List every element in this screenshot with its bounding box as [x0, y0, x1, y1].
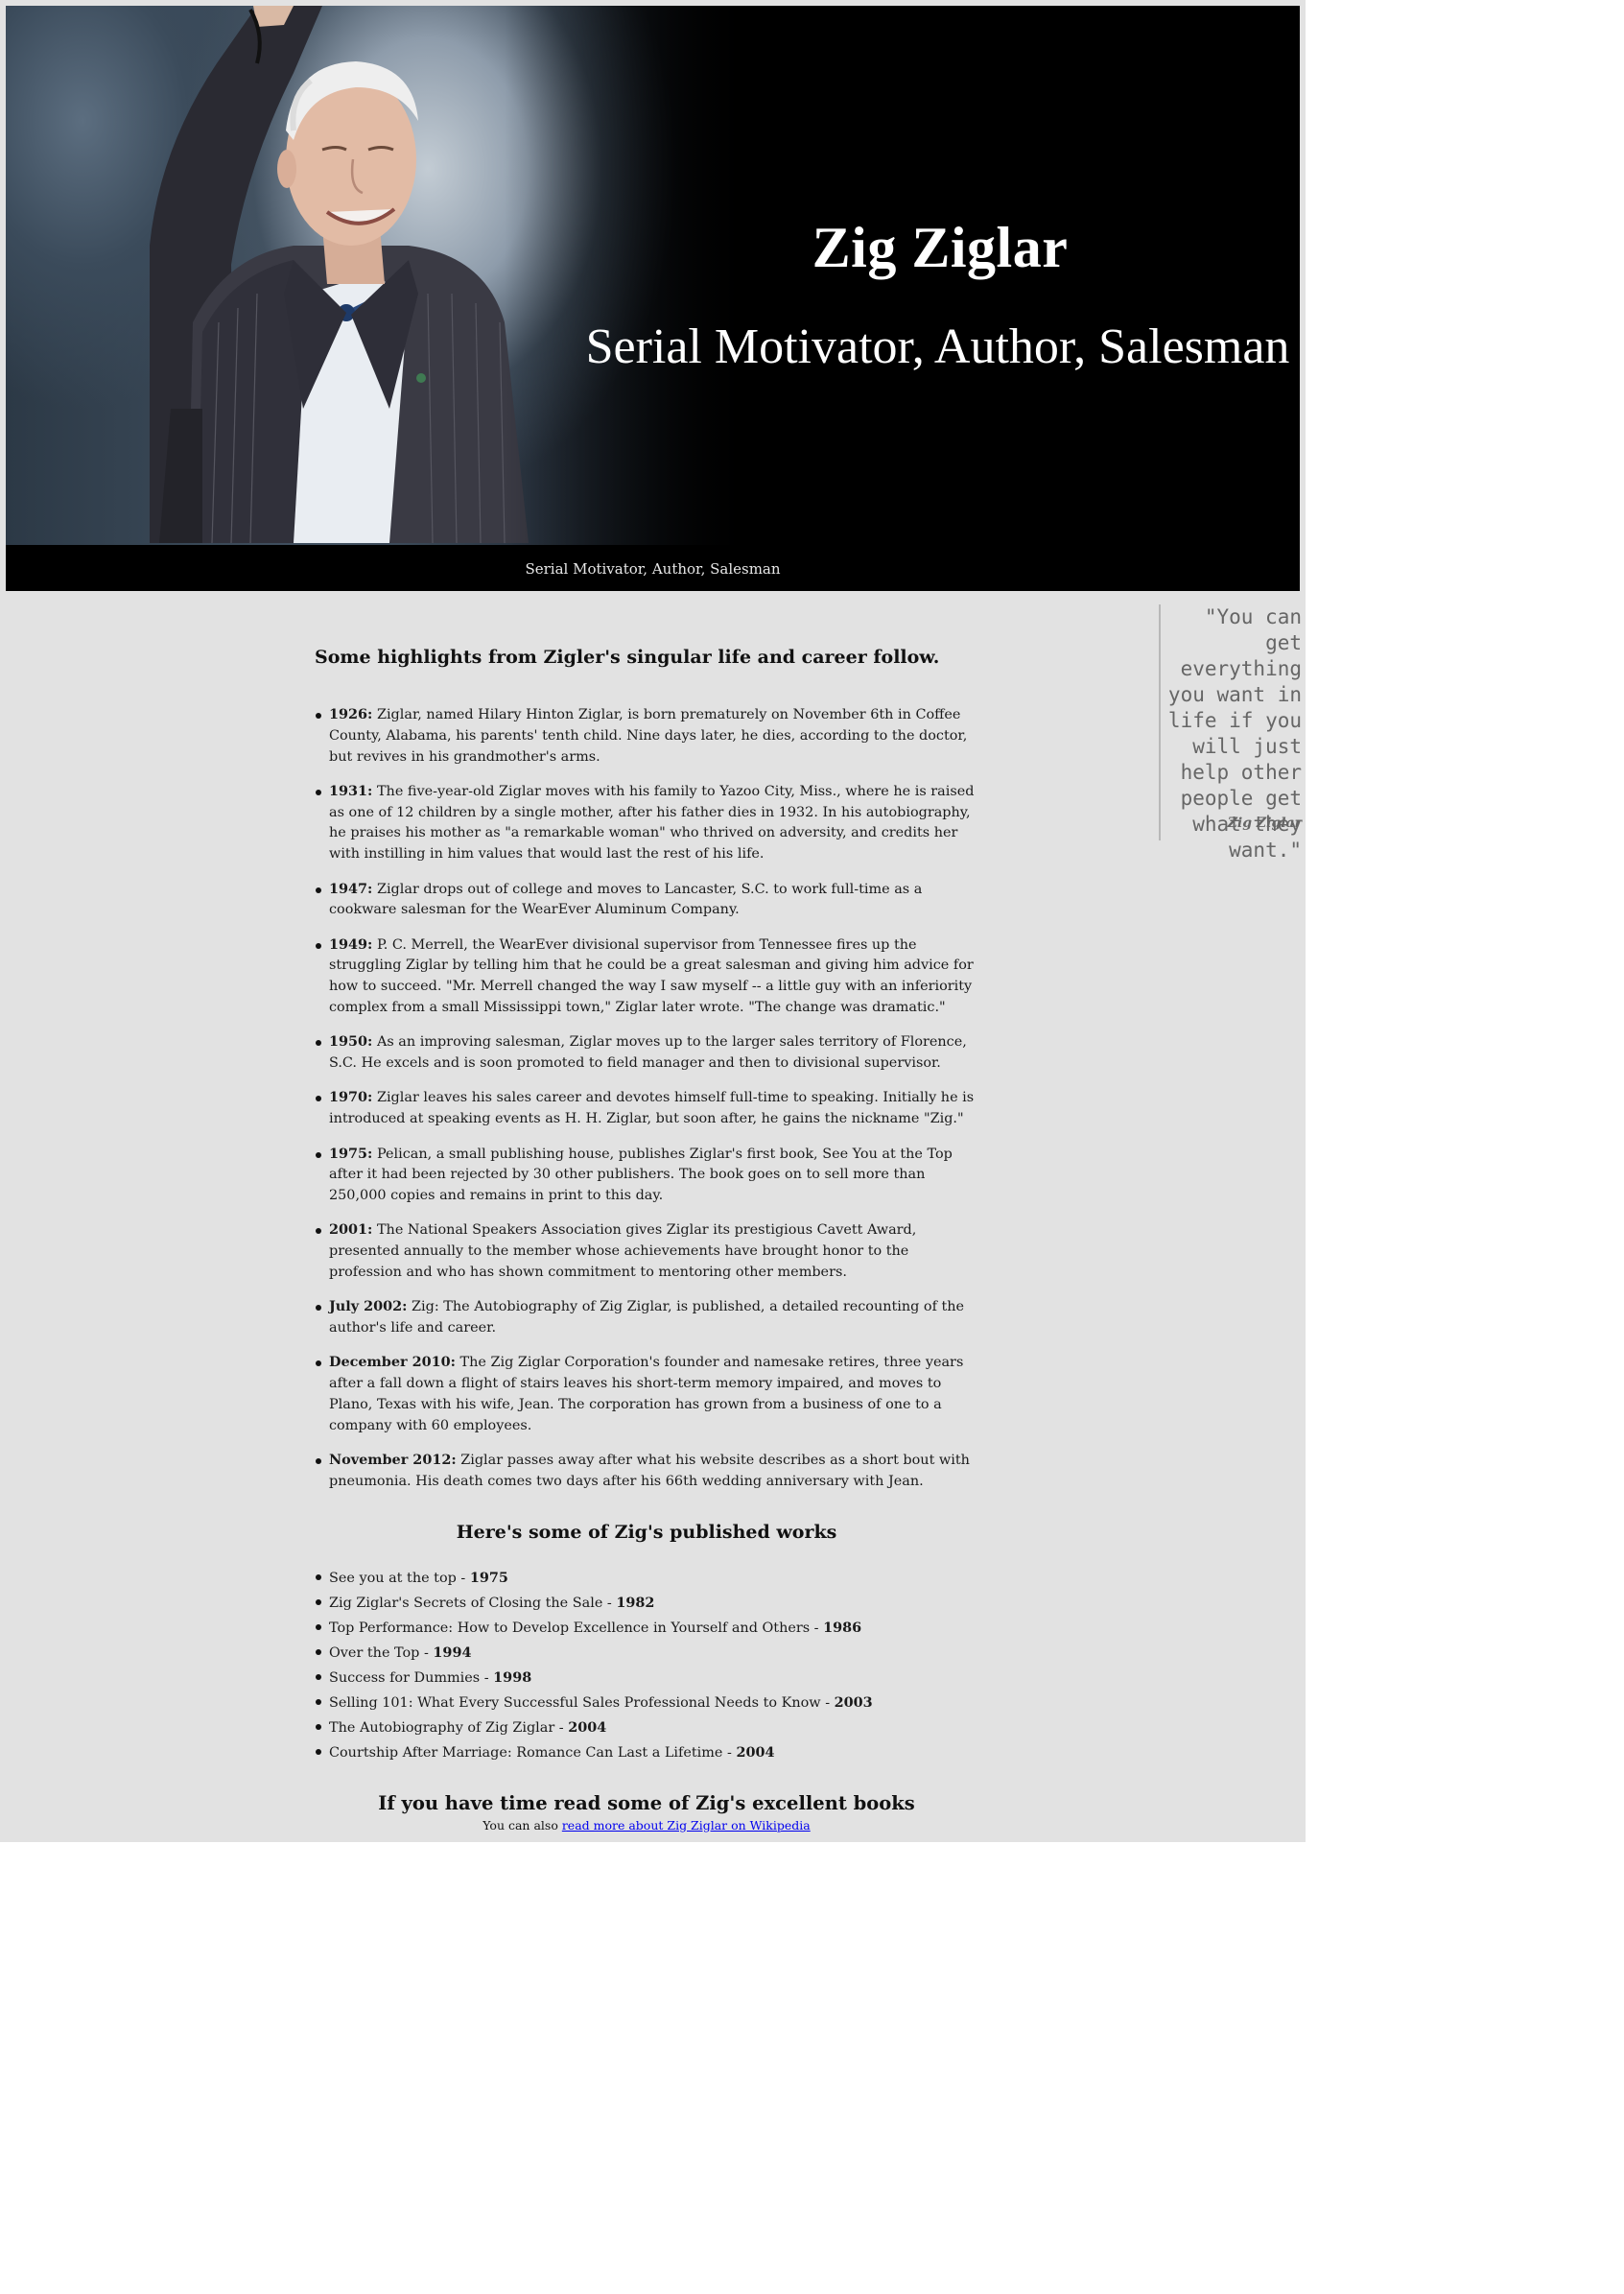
works-list: See you at the top - 1975 Zig Ziglar's S…	[315, 1566, 978, 1765]
work-item: Top Performance: How to Develop Excellen…	[315, 1616, 978, 1641]
timeline-list: 1926: Ziglar, named Hilary Hinton Ziglar…	[315, 704, 978, 1493]
wikipedia-line: You can also read more about Zig Ziglar …	[315, 1818, 978, 1833]
work-year: 1982	[616, 1594, 655, 1611]
timeline-year: 1926:	[329, 706, 373, 722]
work-year: 2003	[834, 1693, 873, 1711]
timeline-text: The five-year-old Ziglar moves with his …	[329, 783, 975, 863]
work-title: Zig Ziglar's Secrets of Closing the Sale…	[329, 1595, 617, 1611]
timeline-year: December 2010:	[329, 1354, 456, 1371]
work-item: Success for Dummies - 1998	[315, 1666, 978, 1691]
hero-subtitle: Serial Motivator, Author, Salesman	[585, 319, 1290, 374]
timeline-item: July 2002: Zig: The Autobiography of Zig…	[315, 1296, 978, 1339]
timeline-item: 1950: As an improving salesman, Ziglar m…	[315, 1031, 978, 1075]
hero-photo	[6, 6, 754, 545]
timeline-text: As an improving salesman, Ziglar moves u…	[329, 1034, 967, 1072]
timeline-text: Zig: The Autobiography of Zig Ziglar, is…	[329, 1299, 965, 1336]
works-heading: Here's some of Zig's published works	[456, 1521, 837, 1543]
work-year: 1986	[823, 1619, 862, 1636]
work-title: The Autobiography of Zig Ziglar -	[329, 1719, 569, 1736]
work-year: 2004	[568, 1718, 607, 1736]
work-year: 1975	[469, 1569, 508, 1586]
timeline-year: November 2012:	[329, 1452, 457, 1469]
wikipedia-link[interactable]: read more about Zig Ziglar on Wikipedia	[562, 1818, 811, 1833]
highlights-heading: Some highlights from Zigler's singular l…	[315, 647, 940, 668]
timeline-text: The National Speakers Association gives …	[329, 1222, 917, 1281]
timeline-item: 1931: The five-year-old Ziglar moves wit…	[315, 781, 978, 865]
timeline-item: December 2010: The Zig Ziglar Corporatio…	[315, 1352, 978, 1436]
hero-section: Zig Ziglar Serial Motivator, Author, Sal…	[6, 6, 1300, 545]
hero-title: Zig Ziglar	[812, 216, 1069, 279]
timeline-item: 1949: P. C. Merrell, the WearEver divisi…	[315, 934, 978, 1019]
work-title: Courtship After Marriage: Romance Can La…	[329, 1744, 737, 1761]
hero-caption-bar: Serial Motivator, Author, Salesman	[6, 545, 1300, 591]
timeline-item: November 2012: Ziglar passes away after …	[315, 1450, 978, 1493]
timeline-text: P. C. Merrell, the WearEver divisional s…	[329, 936, 974, 1016]
work-item: Zig Ziglar's Secrets of Closing the Sale…	[315, 1591, 978, 1616]
timeline-year: 1970:	[329, 1089, 373, 1106]
work-title: See you at the top -	[329, 1570, 470, 1586]
work-title: Success for Dummies -	[329, 1669, 494, 1686]
books-heading: If you have time read some of Zig's exce…	[378, 1791, 915, 1814]
timeline-year: 1931:	[329, 782, 373, 799]
timeline-item: 1970: Ziglar leaves his sales career and…	[315, 1087, 978, 1130]
timeline-text: Pelican, a small publishing house, publi…	[329, 1146, 953, 1204]
pull-quote: "You can get everything you want in life…	[1159, 604, 1302, 862]
page: Zig Ziglar Serial Motivator, Author, Sal…	[0, 0, 1306, 1842]
hero-caption: Serial Motivator, Author, Salesman	[525, 560, 781, 578]
work-year: 1994	[433, 1644, 472, 1661]
work-year: 1998	[493, 1668, 532, 1686]
timeline-year: 1949:	[329, 935, 373, 953]
timeline-text: Ziglar leaves his sales career and devot…	[329, 1090, 975, 1127]
quote-author: Zig Ziglar	[1227, 816, 1302, 831]
work-title: Top Performance: How to Develop Excellen…	[329, 1620, 824, 1636]
timeline-item: 1926: Ziglar, named Hilary Hinton Ziglar…	[315, 704, 978, 768]
work-item: Selling 101: What Every Successful Sales…	[315, 1691, 978, 1715]
work-year: 2004	[736, 1743, 775, 1761]
work-item: See you at the top - 1975	[315, 1566, 978, 1591]
wikipedia-prefix: You can also	[482, 1817, 562, 1833]
work-title: Selling 101: What Every Successful Sales…	[329, 1694, 835, 1711]
timeline-text: Ziglar, named Hilary Hinton Ziglar, is b…	[329, 707, 968, 765]
work-item: Courtship After Marriage: Romance Can La…	[315, 1740, 978, 1765]
timeline-item: 2001: The National Speakers Association …	[315, 1219, 978, 1283]
timeline-item: 1975: Pelican, a small publishing house,…	[315, 1144, 978, 1207]
work-title: Over the Top -	[329, 1644, 434, 1661]
timeline-year: 1950:	[329, 1033, 373, 1051]
timeline-year: 1947:	[329, 880, 373, 897]
timeline-year: 1975:	[329, 1145, 373, 1162]
timeline-text: Ziglar drops out of college and moves to…	[329, 881, 923, 918]
timeline-year: 2001:	[329, 1221, 373, 1239]
main-content: Some highlights from Zigler's singular l…	[315, 633, 978, 1833]
work-item: The Autobiography of Zig Ziglar - 2004	[315, 1715, 978, 1740]
timeline-item: 1947: Ziglar drops out of college and mo…	[315, 879, 978, 922]
work-item: Over the Top - 1994	[315, 1641, 978, 1666]
timeline-year: July 2002:	[329, 1298, 408, 1315]
